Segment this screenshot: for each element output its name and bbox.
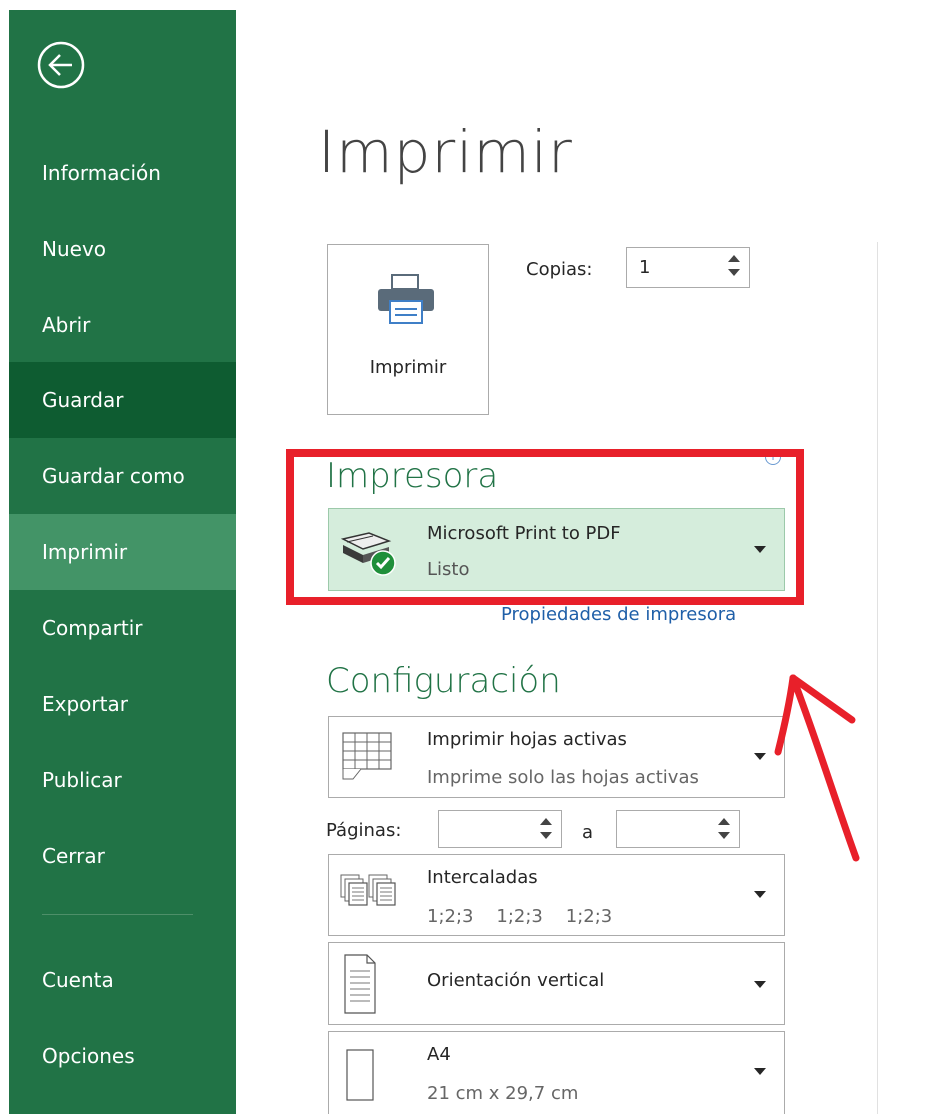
back-button[interactable] <box>36 40 86 90</box>
copies-label: Copias: <box>526 259 593 280</box>
increment-icon[interactable] <box>718 818 730 825</box>
orientation-dropdown[interactable]: Orientación vertical <box>328 942 785 1025</box>
chevron-down-icon <box>754 1068 766 1075</box>
paper-size-dropdown[interactable]: A4 21 cm x 29,7 cm <box>328 1031 785 1114</box>
portrait-document-icon <box>344 954 376 1014</box>
chevron-down-icon <box>754 891 766 898</box>
nav-item-guardar-como[interactable]: Guardar como <box>9 438 236 514</box>
nav-item-informacion[interactable]: Información <box>9 135 236 211</box>
nav-item-cerrar[interactable]: Cerrar <box>9 818 236 894</box>
nav-item-publicar[interactable]: Publicar <box>9 742 236 818</box>
chevron-down-icon <box>754 981 766 988</box>
pages-from-input[interactable] <box>438 810 562 848</box>
print-what-dropdown[interactable]: Imprimir hojas activas Imprime solo las … <box>328 716 785 798</box>
copies-stepper[interactable]: 1 <box>626 247 750 288</box>
increment-icon[interactable] <box>540 818 552 825</box>
nav-item-abrir[interactable]: Abrir <box>9 287 236 363</box>
nav-item-imprimir[interactable]: Imprimir <box>9 514 236 590</box>
paper-size-icon <box>346 1049 374 1101</box>
sheet-grid-icon <box>342 732 392 780</box>
printer-dropdown[interactable]: Microsoft Print to PDF Listo <box>328 508 785 591</box>
print-button[interactable]: Imprimir <box>327 244 489 415</box>
printer-heading: Impresora <box>326 456 499 496</box>
collate-pages-icon <box>340 874 396 906</box>
collation-subtitle: 1;2;3 1;2;3 1;2;3 <box>427 906 613 927</box>
nav-item-cuenta[interactable]: Cuenta <box>9 942 236 1018</box>
collation-dropdown[interactable]: Intercaladas 1;2;3 1;2;3 1;2;3 <box>328 854 785 936</box>
settings-heading: Configuración <box>326 661 561 701</box>
chevron-down-icon <box>754 753 766 760</box>
nav-item-guardar[interactable]: Guardar <box>9 362 236 438</box>
orientation-title: Orientación vertical <box>427 970 605 991</box>
chevron-down-icon <box>754 546 766 553</box>
paper-size-title: A4 <box>427 1044 451 1065</box>
pages-to-input[interactable] <box>616 810 740 848</box>
printer-status: Listo <box>427 559 470 580</box>
pages-label: Páginas: <box>326 820 402 841</box>
collation-title: Intercaladas <box>427 867 538 888</box>
decrement-icon[interactable] <box>718 832 730 839</box>
printer-name: Microsoft Print to PDF <box>427 523 621 544</box>
pages-to-spinner[interactable] <box>717 815 731 843</box>
pages-from-spinner[interactable] <box>539 815 553 843</box>
printer-properties-link[interactable]: Propiedades de impresora <box>501 604 736 625</box>
preview-divider <box>877 242 878 1114</box>
increment-icon[interactable] <box>728 255 740 262</box>
nav-item-opciones[interactable]: Opciones <box>9 1018 236 1094</box>
decrement-icon[interactable] <box>540 832 552 839</box>
nav-item-compartir[interactable]: Compartir <box>9 590 236 666</box>
backstage-sidebar: Información Nuevo Abrir Guardar Guardar … <box>9 10 236 1114</box>
pdf-printer-ready-icon <box>340 532 396 576</box>
print-what-subtitle: Imprime solo las hojas activas <box>427 767 699 788</box>
nav-item-exportar[interactable]: Exportar <box>9 666 236 742</box>
print-what-title: Imprimir hojas activas <box>427 729 627 750</box>
paper-size-subtitle: 21 cm x 29,7 cm <box>427 1083 579 1104</box>
page-title: Imprimir <box>318 118 573 186</box>
decrement-icon[interactable] <box>728 269 740 276</box>
print-panel: Imprimir Imprimir Copias: 1 Impresora i <box>236 0 928 1114</box>
copies-value: 1 <box>639 257 651 278</box>
nav-item-nuevo[interactable]: Nuevo <box>9 211 236 287</box>
pages-to-label: a <box>582 822 594 843</box>
copies-spinner[interactable] <box>727 252 741 280</box>
sidebar-divider <box>42 914 193 915</box>
printer-icon <box>378 274 434 324</box>
back-arrow-icon <box>37 41 85 89</box>
print-button-label: Imprimir <box>369 357 447 378</box>
info-icon[interactable]: i <box>765 449 781 465</box>
